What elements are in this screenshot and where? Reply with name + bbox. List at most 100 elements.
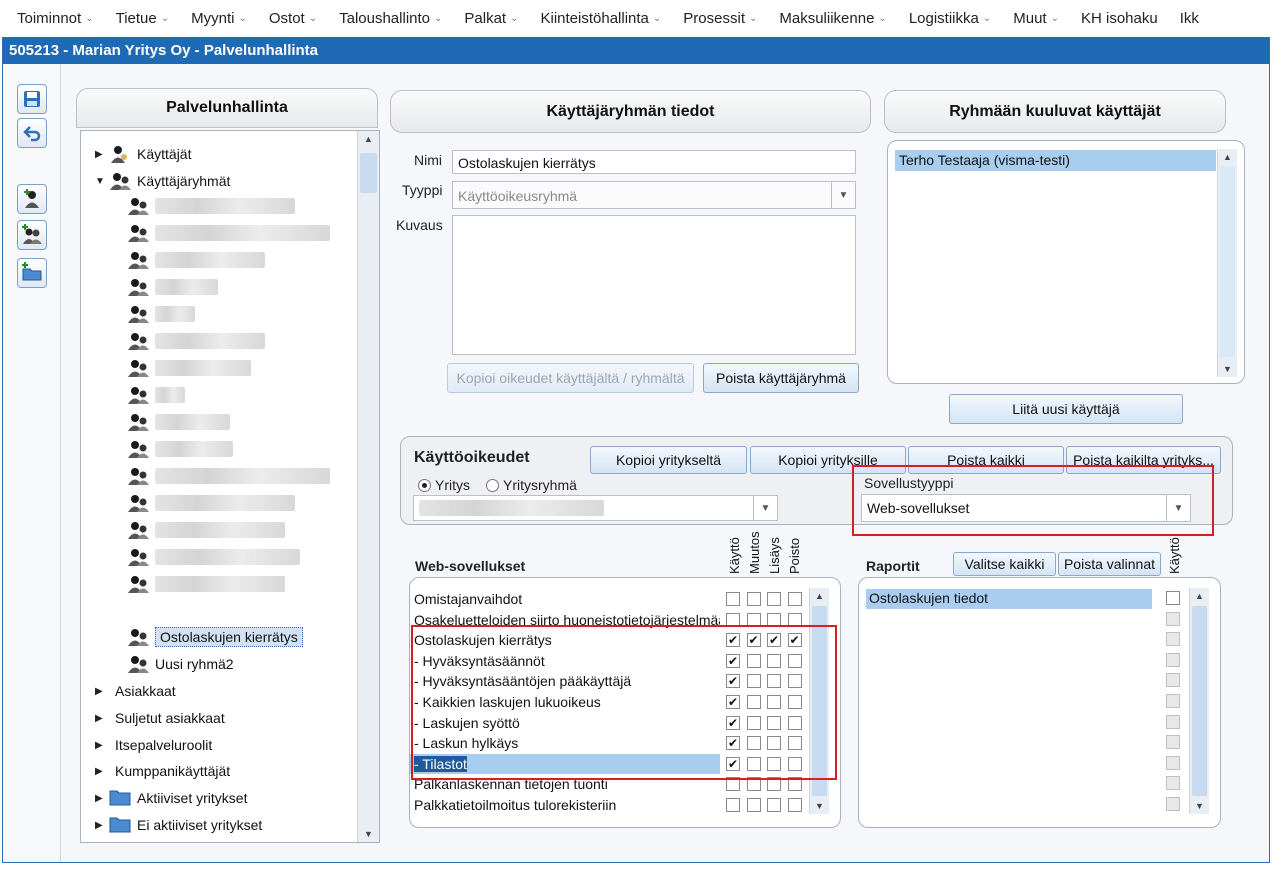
permission-checkbox[interactable]: [787, 798, 802, 812]
save-icon[interactable]: [17, 84, 47, 114]
member-item[interactable]: Terho Testaaja (visma-testi): [895, 150, 1216, 171]
expand-icon[interactable]: ▶: [95, 793, 109, 804]
tree-item-partners[interactable]: ▶ Kumppanikäyttäjät: [95, 760, 230, 782]
scroll-up-icon[interactable]: ▲: [810, 588, 829, 604]
tree-item-redacted-group[interactable]: [127, 384, 185, 406]
collapse-icon[interactable]: ▼: [95, 176, 109, 187]
reports-title: Raportit: [866, 558, 920, 574]
tree-item-redacted-group[interactable]: [127, 330, 265, 352]
menu-item[interactable]: Tietue ⌄: [105, 10, 181, 27]
chevron-down-icon[interactable]: ▼: [831, 182, 855, 208]
menu-item[interactable]: Palkat ⌄: [453, 10, 529, 27]
add-user-icon[interactable]: [17, 184, 47, 214]
copy-rights-button[interactable]: Kopioi oikeudet käyttäjältä / ryhmältä: [447, 363, 694, 393]
redacted-label: [155, 576, 285, 592]
radio-company[interactable]: Yritys: [418, 477, 470, 493]
tree-item-redacted-group[interactable]: [127, 492, 295, 514]
chevron-down-icon[interactable]: ▼: [753, 496, 777, 520]
scroll-down-icon[interactable]: ▼: [810, 798, 829, 814]
company-select[interactable]: ▼: [413, 495, 778, 521]
add-group-icon[interactable]: [17, 220, 47, 250]
tree-item-redacted-group[interactable]: [127, 195, 295, 217]
permission-checkbox[interactable]: [767, 798, 781, 812]
menu-item[interactable]: Kiinteistöhallinta ⌄: [530, 10, 673, 27]
members-title: Ryhmään kuuluvat käyttäjät: [949, 102, 1161, 120]
chevron-down-icon: ⌄: [308, 12, 318, 24]
menu-item[interactable]: Muut ⌄: [1002, 10, 1070, 27]
menu-item[interactable]: Toiminnot ⌄: [6, 10, 105, 27]
permission-checkbox[interactable]: [726, 798, 740, 812]
select-all-button[interactable]: Valitse kaikki: [953, 552, 1056, 576]
tree-scrollbar[interactable]: ▲ ▼: [357, 131, 379, 842]
menu-item[interactable]: Maksuliikenne ⌄: [768, 10, 897, 27]
tree-item-redacted-group[interactable]: [127, 465, 330, 487]
web-app-row[interactable]: Palkkatietoilmoitus tulorekisteriin: [410, 795, 720, 815]
expand-icon[interactable]: ▶: [95, 740, 109, 751]
tree-item-self-service[interactable]: ▶ Itsepalveluroolit: [95, 734, 212, 756]
tree-item-selected-group[interactable]: Ostolaskujen kierrätys: [127, 626, 303, 648]
scroll-down-icon[interactable]: ▼: [1218, 361, 1237, 377]
undo-icon[interactable]: [17, 118, 47, 148]
permission-checkbox[interactable]: [726, 592, 740, 606]
add-member-button[interactable]: Liitä uusi käyttäjä: [949, 394, 1183, 424]
clear-selection-button[interactable]: Poista valinnat: [1058, 552, 1161, 576]
report-checkbox[interactable]: [1166, 591, 1180, 605]
scroll-thumb[interactable]: [1192, 606, 1207, 796]
permission-checkbox[interactable]: [767, 592, 781, 606]
copy-from-company-button[interactable]: Kopioi yritykseltä: [590, 446, 747, 474]
members-scrollbar[interactable]: ▲ ▼: [1217, 149, 1237, 377]
scroll-down-icon[interactable]: ▼: [358, 826, 379, 842]
description-textarea[interactable]: [452, 215, 856, 355]
menu-item[interactable]: Logistiikka ⌄: [898, 10, 1002, 27]
reports-scrollbar[interactable]: ▲ ▼: [1189, 588, 1209, 814]
scroll-up-icon[interactable]: ▲: [1218, 149, 1237, 165]
tree-item-inactive-companies[interactable]: ▶ Ei aktiiviset yritykset: [95, 814, 262, 836]
tree-item-new-group[interactable]: Uusi ryhmä2: [127, 653, 234, 675]
radio-icon[interactable]: [486, 479, 499, 492]
type-select[interactable]: Käyttöoikeusryhmä ▼: [452, 181, 856, 209]
expand-icon[interactable]: ▶: [95, 149, 109, 160]
permission-checkbox[interactable]: [746, 592, 761, 606]
scroll-up-icon[interactable]: ▲: [1190, 588, 1209, 604]
tree-item-redacted-group[interactable]: [127, 573, 285, 595]
tree-item-redacted-group[interactable]: [127, 438, 233, 460]
tree-item-closed-customers[interactable]: ▶ Suljetut asiakkaat: [95, 707, 225, 729]
menu-item[interactable]: Ikk: [1169, 10, 1210, 27]
tree-item-redacted-group[interactable]: [127, 249, 265, 271]
tree-item-redacted-group[interactable]: [127, 519, 285, 541]
group-icon: [127, 627, 149, 647]
expand-icon[interactable]: ▶: [95, 686, 109, 697]
web-app-row[interactable]: Omistajanvaihdot: [410, 589, 720, 609]
scroll-down-icon[interactable]: ▼: [1190, 798, 1209, 814]
menu-item[interactable]: KH isohaku: [1070, 10, 1169, 27]
menu-item[interactable]: Taloushallinto ⌄: [328, 10, 453, 27]
radio-icon[interactable]: [418, 479, 431, 492]
expand-icon[interactable]: ▶: [95, 766, 109, 777]
tree-item-groups[interactable]: ▼ Käyttäjäryhmät: [95, 170, 230, 192]
tree-item-redacted-group[interactable]: [127, 411, 230, 433]
menu-item[interactable]: Prosessit ⌄: [672, 10, 768, 27]
scroll-thumb[interactable]: [360, 153, 377, 193]
expand-icon[interactable]: ▶: [95, 820, 109, 831]
tree-item-redacted-group[interactable]: [127, 357, 251, 379]
tree-item-users[interactable]: ▶ Käyttäjät: [95, 143, 191, 165]
permission-checkbox[interactable]: [746, 798, 761, 812]
permission-checkbox[interactable]: [787, 592, 802, 606]
delete-group-button[interactable]: Poista käyttäjäryhmä: [703, 363, 859, 393]
radio-company-group[interactable]: Yritysryhmä: [486, 477, 577, 493]
folder-icon: [109, 815, 131, 835]
tree-item-active-companies[interactable]: ▶ Aktiiviset yritykset: [95, 787, 247, 809]
name-input[interactable]: Ostolaskujen kierrätys: [452, 150, 856, 174]
tree-item-redacted-group[interactable]: [127, 222, 330, 244]
scroll-thumb[interactable]: [1220, 167, 1235, 357]
tree-item-redacted-group[interactable]: [127, 546, 300, 568]
report-item[interactable]: Ostolaskujen tiedot: [866, 589, 1152, 609]
menu-item[interactable]: Ostot ⌄: [258, 10, 328, 27]
menu-item[interactable]: Myynti ⌄: [180, 10, 258, 27]
scroll-up-icon[interactable]: ▲: [358, 131, 379, 147]
tree-item-redacted-group[interactable]: [127, 303, 195, 325]
tree-item-redacted-group[interactable]: [127, 276, 218, 298]
tree-item-customers[interactable]: ▶ Asiakkaat: [95, 680, 176, 702]
add-folder-icon[interactable]: [17, 258, 47, 288]
expand-icon[interactable]: ▶: [95, 713, 109, 724]
